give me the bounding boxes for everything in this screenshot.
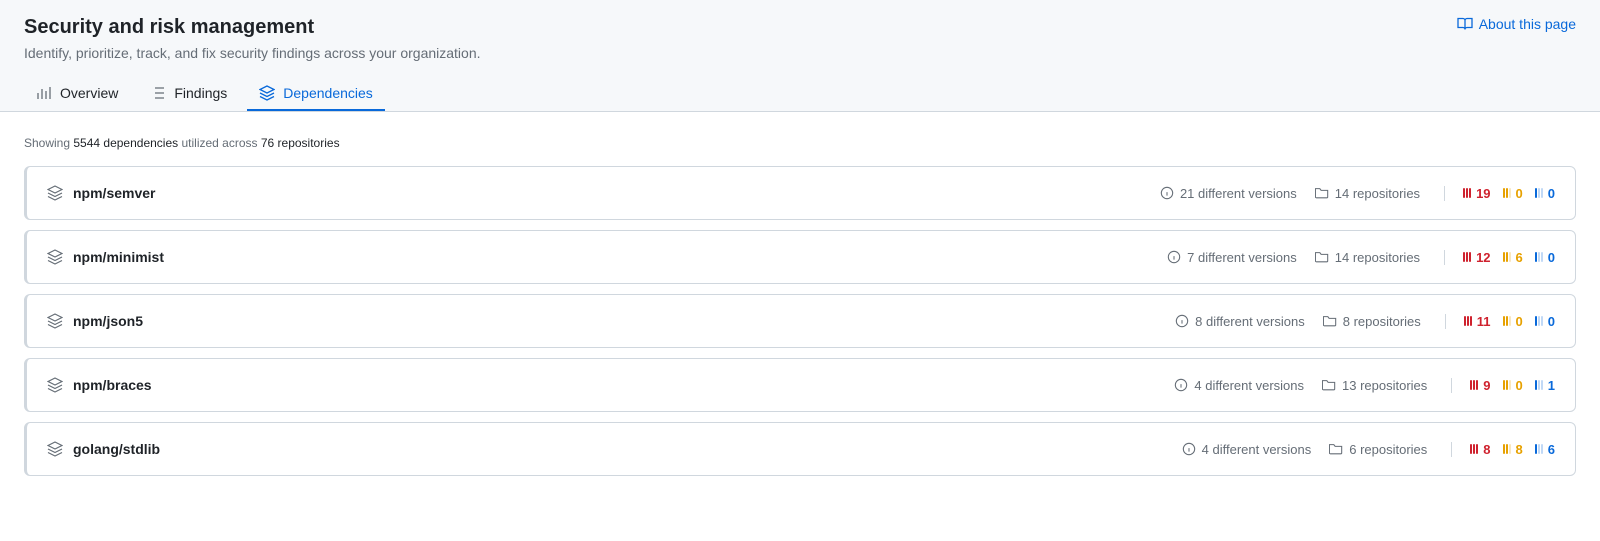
folder-icon	[1315, 186, 1329, 200]
dependency-name: npm/semver	[73, 185, 155, 201]
dependency-name: npm/braces	[73, 377, 152, 393]
dependency-row[interactable]: golang/stdlib 4 different versions 6 rep…	[24, 422, 1576, 476]
page-header: Security and risk management Identify, p…	[0, 0, 1600, 112]
tab-label: Dependencies	[283, 85, 373, 101]
package-icon	[47, 441, 63, 457]
dependency-name: npm/minimist	[73, 249, 164, 265]
versions-meta: 7 different versions	[1167, 250, 1297, 265]
repos-meta: 13 repositories	[1322, 378, 1427, 393]
package-icon	[47, 377, 63, 393]
page-title: Security and risk management	[24, 16, 481, 39]
page-subtitle: Identify, prioritize, track, and fix sec…	[24, 45, 481, 61]
info-icon	[1182, 442, 1196, 456]
list-icon	[150, 85, 166, 101]
info-icon	[1160, 186, 1174, 200]
folder-icon	[1322, 378, 1336, 392]
info-icon	[1167, 250, 1181, 264]
summary-line: Showing 5544 dependencies utilized acros…	[24, 136, 1576, 150]
tab-label: Findings	[174, 85, 227, 101]
dependency-row[interactable]: npm/minimist 7 different versions 14 rep…	[24, 230, 1576, 284]
repos-meta: 14 repositories	[1315, 186, 1420, 201]
severity-high: 19	[1463, 186, 1490, 201]
dependency-row[interactable]: npm/semver 21 different versions 14 repo…	[24, 166, 1576, 220]
repos-meta: 8 repositories	[1323, 314, 1421, 329]
severity-block: 8 8 6	[1451, 442, 1555, 457]
dependency-name: npm/json5	[73, 313, 143, 329]
severity-medium: 6	[1503, 250, 1523, 265]
severity-medium: 0	[1503, 186, 1523, 201]
stack-icon	[259, 85, 275, 101]
dependency-list: npm/semver 21 different versions 14 repo…	[24, 166, 1576, 476]
info-icon	[1175, 314, 1189, 328]
severity-block: 19 0 0	[1444, 186, 1555, 201]
severity-low: 0	[1535, 250, 1555, 265]
severity-high: 11	[1464, 314, 1491, 329]
repos-meta: 14 repositories	[1315, 250, 1420, 265]
dependency-row[interactable]: npm/json5 8 different versions 8 reposit…	[24, 294, 1576, 348]
dependency-row[interactable]: npm/braces 4 different versions 13 repos…	[24, 358, 1576, 412]
graph-icon	[36, 85, 52, 101]
package-icon	[47, 249, 63, 265]
severity-block: 11 0 0	[1445, 314, 1555, 329]
repos-meta: 6 repositories	[1329, 442, 1427, 457]
severity-high: 9	[1470, 378, 1490, 393]
versions-meta: 8 different versions	[1175, 314, 1305, 329]
tab-overview[interactable]: Overview	[24, 77, 130, 111]
versions-meta: 21 different versions	[1160, 186, 1297, 201]
tab-findings[interactable]: Findings	[138, 77, 239, 111]
package-icon	[47, 185, 63, 201]
title-block: Security and risk management Identify, p…	[24, 16, 481, 77]
severity-low: 0	[1535, 314, 1555, 329]
about-page-link[interactable]: About this page	[1457, 16, 1576, 32]
info-icon	[1174, 378, 1188, 392]
severity-low: 6	[1535, 442, 1555, 457]
about-page-label: About this page	[1479, 16, 1576, 32]
tab-bar: Overview Findings Dependencies	[24, 77, 1576, 111]
content-area: Showing 5544 dependencies utilized acros…	[0, 112, 1600, 500]
severity-medium: 8	[1503, 442, 1523, 457]
tab-dependencies[interactable]: Dependencies	[247, 77, 385, 111]
tab-label: Overview	[60, 85, 118, 101]
folder-icon	[1323, 314, 1337, 328]
folder-icon	[1329, 442, 1343, 456]
severity-medium: 0	[1503, 314, 1523, 329]
severity-medium: 0	[1503, 378, 1523, 393]
package-icon	[47, 313, 63, 329]
severity-low: 0	[1535, 186, 1555, 201]
severity-block: 9 0 1	[1451, 378, 1555, 393]
severity-high: 12	[1463, 250, 1490, 265]
versions-meta: 4 different versions	[1174, 378, 1304, 393]
severity-block: 12 6 0	[1444, 250, 1555, 265]
dependency-name: golang/stdlib	[73, 441, 160, 457]
versions-meta: 4 different versions	[1182, 442, 1312, 457]
folder-icon	[1315, 250, 1329, 264]
severity-high: 8	[1470, 442, 1490, 457]
book-icon	[1457, 16, 1473, 32]
severity-low: 1	[1535, 378, 1555, 393]
